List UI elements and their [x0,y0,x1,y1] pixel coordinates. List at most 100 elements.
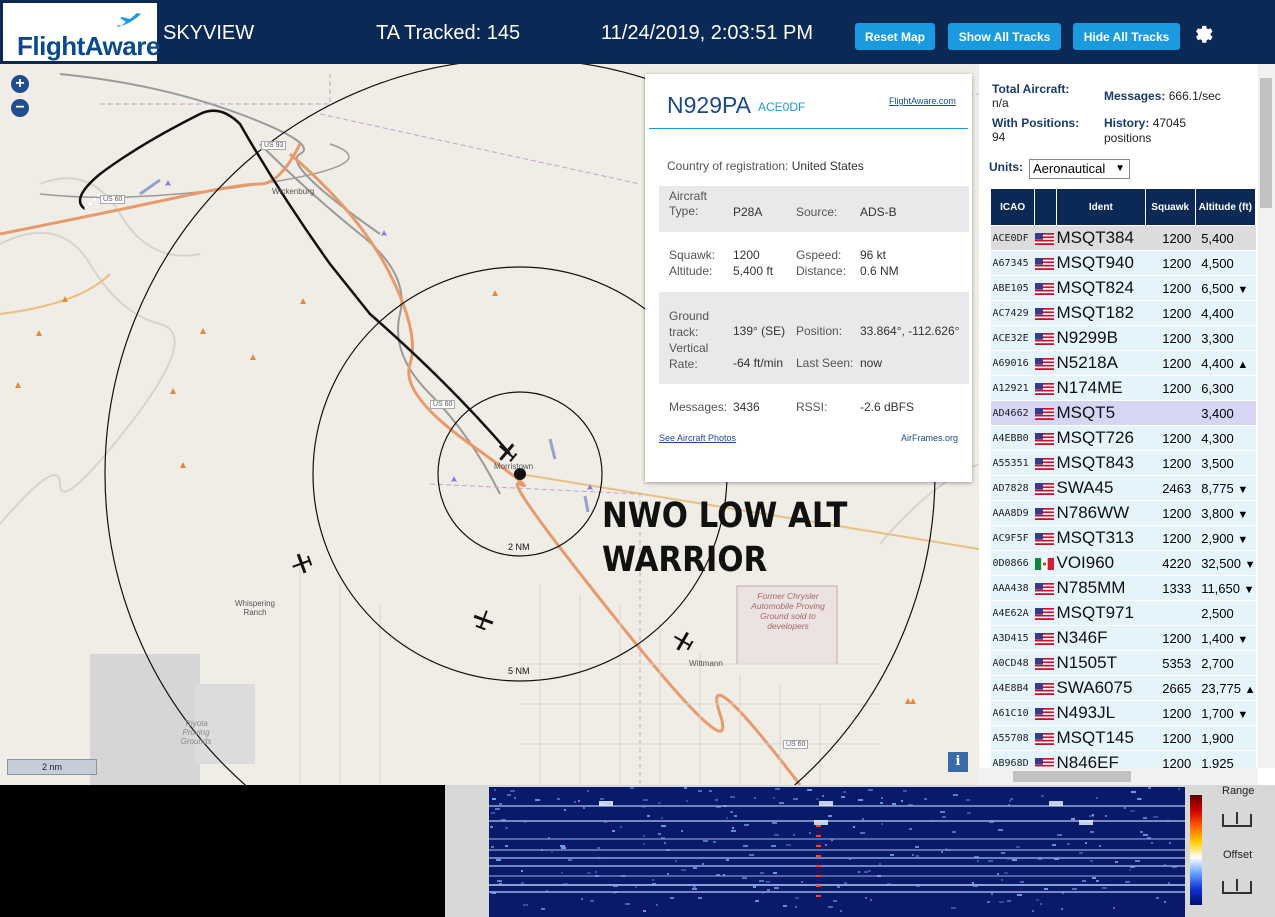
waterfall-speck [903,790,907,792]
waterfall-speck [1167,820,1169,822]
table-row[interactable]: AAA8D9 N786WW 1200 3,800 ▼ [990,500,1256,526]
us-flag-icon [1034,658,1054,671]
waterfall-speck [568,859,572,861]
trend-icon: ▼ [1243,583,1255,596]
waterfall-speck [666,849,670,851]
table-row[interactable]: A4EBB0 MSQT726 1200 4,300 [990,425,1256,451]
waterfall-line [489,891,1185,893]
table-row[interactable]: 0D0866 VOI960 4220 32,500 ▼ [990,550,1256,576]
table-row[interactable]: AC9F5F MSQT313 1200 2,900 ▼ [990,525,1256,551]
waterfall-speck [1168,882,1170,884]
altitude-value: 4,400 [1201,355,1234,371]
altitude-value: 5,400 ft [733,264,774,278]
flightaware-link[interactable]: FlightAware.com [889,96,956,106]
aircraft-icon[interactable] [291,551,315,575]
table-row[interactable]: AD7828 SWA45 2463 8,775 ▼ [990,475,1256,501]
aircraft-photos-link[interactable]: See Aircraft Photos [659,433,736,443]
cell-altitude: 1,900 [1195,725,1256,751]
table-row[interactable]: ABE105 MSQT824 1200 6,500 ▼ [990,275,1256,301]
table-row[interactable]: A12921 N174ME 1200 6,300 [990,375,1256,401]
waterfall-speck [1054,858,1059,860]
place-label: Wittmann [689,659,723,668]
mexico-flag-icon [1034,558,1054,571]
table-row[interactable]: A0CD48 N1505T 5353 2,700 [990,650,1256,676]
cell-squawk: 1200 [1145,250,1196,276]
units-select[interactable]: Aeronautical ▼ [1029,159,1130,179]
waterfall-speck [864,871,868,873]
col-ident[interactable]: Ident [1055,188,1146,226]
squawk-value: 1200 [733,248,760,262]
table-row[interactable]: ACE0DF MSQT384 1200 5,400 [990,225,1256,251]
gear-icon[interactable] [1190,22,1214,46]
col-altitude[interactable]: Altitude (ft) [1194,188,1257,226]
waterfall-speck [732,827,734,829]
sidebar-horizontal-scrollbar[interactable] [979,768,1258,785]
us-flag-icon [1034,733,1054,746]
sidebar-vertical-scrollbar[interactable] [1258,64,1275,768]
aircraft-icon[interactable] [672,630,696,654]
table-row[interactable]: A3D415 N346F 1200 1,400 ▼ [990,625,1256,651]
popup-divider [649,128,968,129]
col-icao[interactable]: ICAO [989,188,1036,226]
waterfall-speck [1130,866,1135,868]
aircraft-icon[interactable] [471,609,495,633]
scroll-thumb[interactable] [1013,771,1131,782]
cell-altitude: 23,775 ▲ [1195,675,1256,701]
hide-all-tracks-button[interactable]: Hide All Tracks [1073,23,1180,50]
table-row[interactable]: A61C10 N493JL 1200 1,700 ▼ [990,700,1256,726]
waterfall-speck [1001,879,1003,881]
table-row[interactable]: A4E62A MSQT971 2,500 [990,600,1256,626]
table-row[interactable]: AC7429 MSQT182 1200 4,400 [990,300,1256,326]
waterfall-speck [643,910,646,912]
cell-icao: AC7429 [990,300,1035,326]
cell-ident: MSQT971 [1056,600,1146,626]
waterfall-speck [600,798,604,800]
cell-altitude: 2,900 ▼ [1195,525,1256,551]
empty-panel [0,785,445,917]
table-row[interactable]: A67345 MSQT940 1200 4,500 [990,250,1256,276]
waterfall-speck [988,860,993,862]
range-slider[interactable] [1221,810,1253,830]
us-flag-icon [1034,308,1054,321]
zoom-in-button[interactable]: + [11,75,29,93]
table-row[interactable]: AD4662 MSQT5 3,400 [990,400,1256,426]
table-row[interactable]: A55708 MSQT145 1200 1,900 [990,725,1256,751]
scroll-thumb[interactable] [1260,78,1272,208]
waterfall-speck [991,893,993,895]
cell-squawk: 1200 [1145,500,1196,526]
table-row[interactable]: AAA438 N785MM 1333 11,650 ▼ [990,575,1256,601]
waterfall-speck [560,845,565,847]
map-info-button[interactable]: i [948,752,968,772]
waterfall-speck [1148,787,1151,789]
reset-map-button[interactable]: Reset Map [855,23,935,50]
table-row[interactable]: A4E8B4 SWA6075 2665 23,775 ▲ [990,675,1256,701]
cell-flag [1034,425,1057,451]
waterfall-speck [1129,869,1131,871]
table-row[interactable]: A69016 N5218A 1200 4,400 ▲ [990,350,1256,376]
waterfall-speck [822,795,824,797]
flightaware-logo[interactable]: FlightAware [3,3,160,61]
cell-ident: N493JL [1056,700,1146,726]
overlay-caption: NWO LOW ALT WARRIOR [602,494,847,582]
waterfall-speck [541,908,545,910]
altitude-label: Altitude: [669,264,713,278]
waterfall-speck [635,886,637,888]
waterfall-speck [716,874,720,876]
waterfall-speck [742,877,747,879]
table-row[interactable]: ACE32E N9299B 1200 3,300 [990,325,1256,351]
airframes-link[interactable]: AirFrames.org [901,433,958,443]
overlay-line: NWO LOW ALT [602,496,848,536]
table-row[interactable]: A55351 MSQT843 1200 3,500 [990,450,1256,476]
col-flag[interactable] [1034,188,1057,226]
waterfall-speck [1151,842,1153,844]
offset-slider[interactable] [1221,877,1253,897]
zoom-out-button[interactable]: − [11,99,29,117]
altitude-value: 2,700 [1201,655,1234,671]
waterfall-speck [670,897,674,899]
waterfall-speck [507,794,511,796]
col-squawk[interactable]: Squawk [1144,188,1196,226]
waterfall-signal [816,817,821,897]
units-label: Units: [989,160,1023,174]
show-all-tracks-button[interactable]: Show All Tracks [948,23,1061,50]
cell-icao: A0CD48 [990,650,1035,676]
